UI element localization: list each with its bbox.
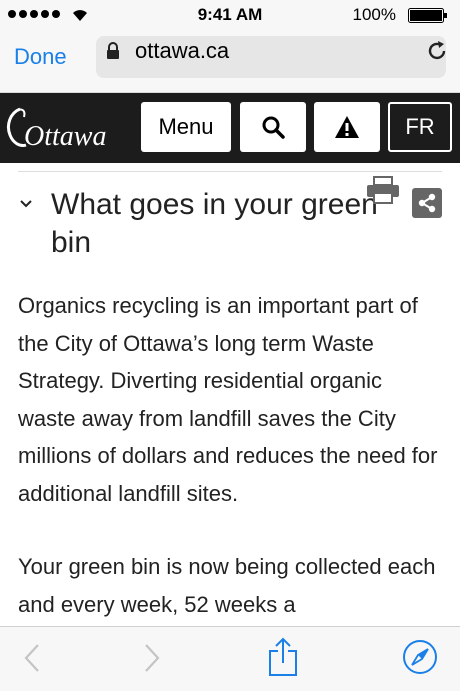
alert-icon (335, 116, 359, 138)
battery-percent: 100% (352, 5, 396, 24)
chevron-down-icon[interactable] (18, 198, 34, 210)
article-paragraph: Organics recycling is an important part … (18, 293, 438, 506)
forward-icon[interactable] (142, 641, 162, 675)
browser-bar: Done ottawa.ca (0, 30, 460, 93)
url-text: ottawa.ca (135, 38, 230, 63)
share-up-icon[interactable] (268, 637, 298, 677)
alert-button[interactable] (314, 102, 380, 152)
share-icon (418, 193, 436, 213)
lock-icon (107, 42, 119, 59)
menu-button[interactable]: Menu (141, 102, 231, 152)
back-icon[interactable] (22, 641, 42, 675)
ottawa-logo[interactable]: Ottawa (4, 103, 124, 153)
printer-icon[interactable] (366, 176, 400, 204)
reload-icon[interactable] (426, 40, 448, 62)
battery-icon (408, 8, 447, 23)
divider (18, 171, 442, 172)
bottom-toolbar (0, 626, 460, 691)
search-button[interactable] (240, 102, 306, 152)
status-bar: 9:41 AM 100% (0, 0, 460, 30)
logo-text: Ottawa (24, 121, 106, 152)
share-button[interactable] (412, 188, 442, 218)
article-paragraph: Your green bin is now being collected ea… (18, 554, 436, 617)
done-button[interactable]: Done (14, 44, 67, 70)
compass-icon[interactable] (402, 639, 438, 675)
section-heading[interactable]: What goes in your green bin (51, 186, 401, 262)
search-icon (262, 116, 285, 139)
language-toggle-button[interactable]: FR (388, 102, 452, 152)
site-header: Ottawa Menu FR (0, 93, 460, 163)
